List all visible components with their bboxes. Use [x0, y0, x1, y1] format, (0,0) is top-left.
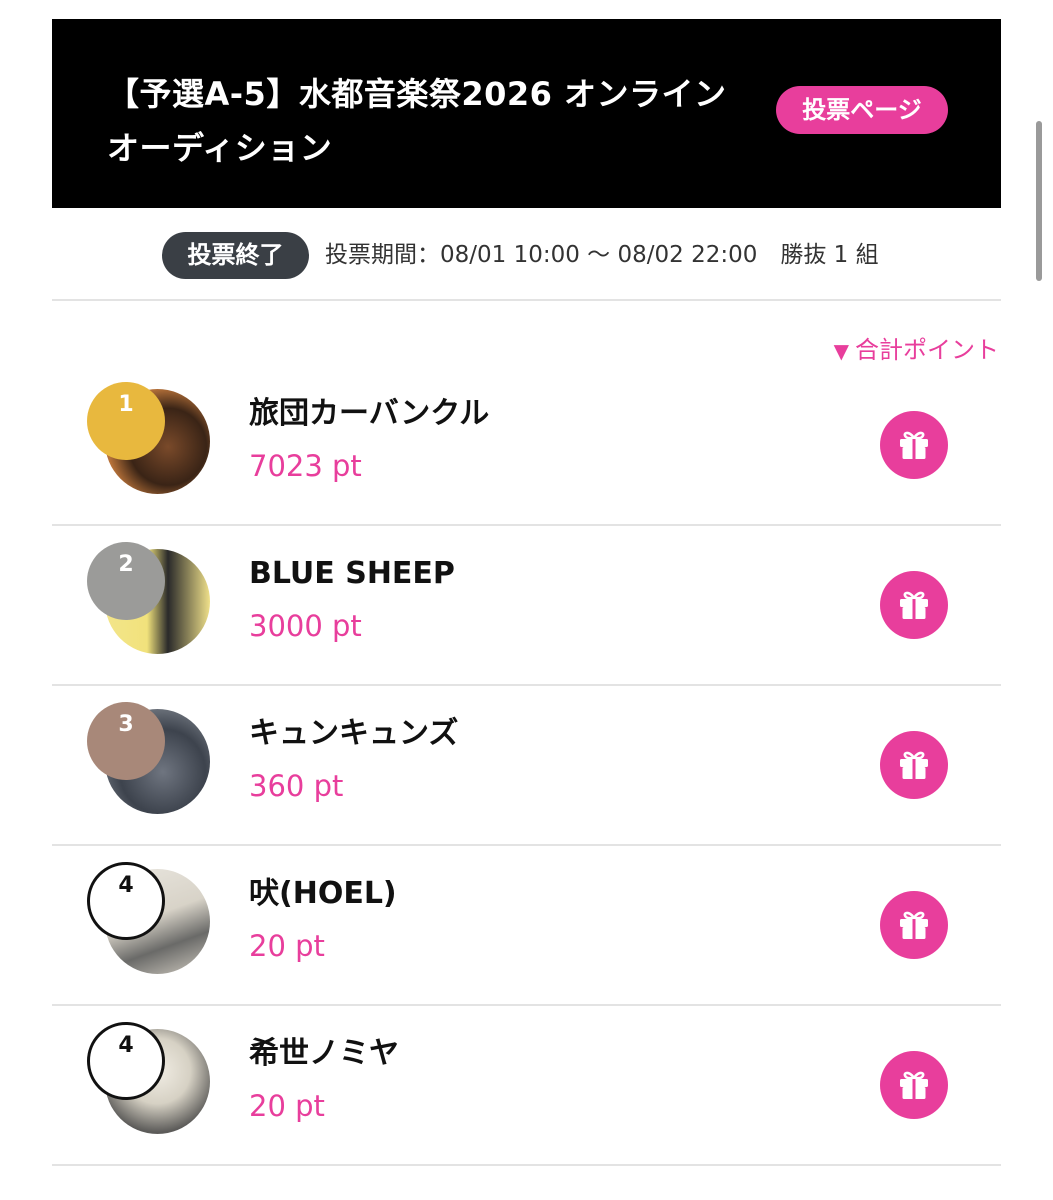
ranking-row-2[interactable]: 2 BLUE SHEEP 3000 pt [52, 526, 1001, 686]
entry-points: 3000 pt [249, 609, 362, 643]
entry-points: 7023 pt [249, 449, 362, 483]
gift-icon [900, 911, 928, 939]
rank-badge: 4 [87, 862, 165, 940]
ranking-row-3[interactable]: 3 キュンキュンズ 360 pt [52, 686, 1001, 846]
rank-badge: 1 [87, 382, 165, 460]
vote-page-button[interactable]: 投票ページ [776, 86, 948, 134]
scrollbar[interactable] [1036, 121, 1042, 281]
entry-name: 旅団カーバンクル [249, 396, 490, 431]
gift-icon [900, 1071, 928, 1099]
ranking-row-5[interactable]: 4 希世ノミヤ 20 pt [52, 1006, 1001, 1166]
gift-button[interactable] [880, 571, 948, 639]
header-banner: 【予選A-5】水都音楽祭2026 オンラインオーディション 投票ページ [52, 19, 1001, 208]
sort-total-points[interactable]: ▼ 合計ポイント [834, 334, 999, 367]
status-badge: 投票終了 [162, 232, 309, 279]
entry-name: BLUE SHEEP [249, 556, 455, 591]
entry-name: 希世ノミヤ [249, 1036, 399, 1071]
sort-label: 合計ポイント [855, 336, 999, 364]
voting-status-row: 投票終了 投票期間：08/01 10:00 〜 08/02 22:00 勝抜 1… [52, 232, 1001, 280]
gift-button[interactable] [880, 891, 948, 959]
ranking-row-4[interactable]: 4 吠(HOEL) 20 pt [52, 846, 1001, 1006]
rank-badge: 2 [87, 542, 165, 620]
gift-button[interactable] [880, 1051, 948, 1119]
rank-badge: 4 [87, 1022, 165, 1100]
page-title: 【予選A-5】水都音楽祭2026 オンラインオーディション [107, 75, 727, 167]
gift-button[interactable] [880, 411, 948, 479]
divider [52, 299, 1001, 301]
entry-name: 吠(HOEL) [249, 876, 397, 911]
gift-button[interactable] [880, 731, 948, 799]
gift-icon [900, 751, 928, 779]
gift-icon [900, 591, 928, 619]
ranking-row-1[interactable]: 1 旅団カーバンクル 7023 pt [52, 366, 1001, 526]
entry-points: 20 pt [249, 1089, 325, 1123]
entry-points: 20 pt [249, 929, 325, 963]
divider [52, 1164, 1001, 1166]
rank-badge: 3 [87, 702, 165, 780]
voting-period: 投票期間：08/01 10:00 〜 08/02 22:00 勝抜 1 組 [325, 242, 879, 268]
gift-icon [900, 431, 928, 459]
triangle-down-icon: ▼ [833, 339, 849, 363]
entry-points: 360 pt [249, 769, 344, 803]
entry-name: キュンキュンズ [249, 716, 459, 751]
